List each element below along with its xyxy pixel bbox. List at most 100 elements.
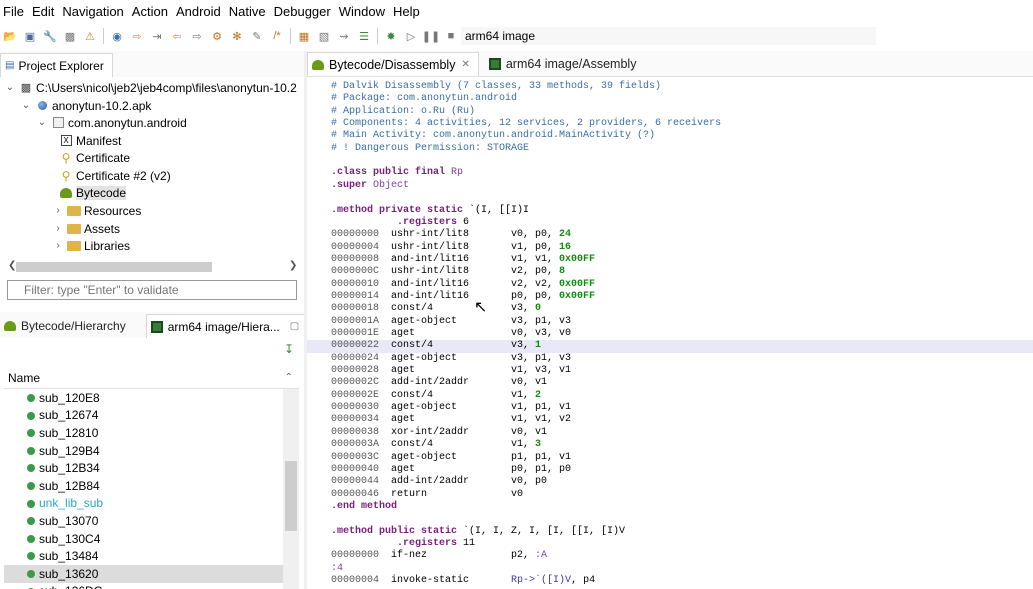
- chevron-down-icon[interactable]: ⌄: [4, 82, 16, 93]
- list-item[interactable]: sub_129B4: [4, 442, 283, 460]
- menu-window[interactable]: Window: [335, 0, 389, 24]
- list-item[interactable]: sub_13484: [4, 547, 283, 565]
- code-line[interactable]: # Main Activity: com.anonytun.android.Ma…: [331, 130, 1033, 142]
- code-line[interactable]: # Application: o.Ru (Ru): [331, 106, 1033, 118]
- disassembly-editor[interactable]: # Dalvik Disassembly (7 classes, 33 meth…: [307, 77, 1033, 589]
- code-line[interactable]: 0000000C ushr-int/lit8 v2, p0, 8: [331, 266, 1033, 278]
- code-line[interactable]: .method private static `(I, [[I)I: [331, 205, 1033, 217]
- save-icon[interactable]: ▣: [22, 28, 38, 44]
- forward-icon[interactable]: ⇨: [189, 28, 205, 44]
- code-line[interactable]: # Dalvik Disassembly (7 classes, 33 meth…: [331, 81, 1033, 93]
- list-item[interactable]: sub_136DC: [4, 583, 283, 589]
- open-folder-icon[interactable]: 📂: [2, 28, 18, 44]
- code-line[interactable]: 00000000 if-nez p2, :A: [331, 550, 1033, 562]
- menu-native[interactable]: Native: [225, 0, 270, 24]
- tree-node-assets[interactable]: › Assets: [52, 220, 120, 237]
- tab-arm64-assembly[interactable]: arm64 image/Assembly: [485, 52, 645, 76]
- list-header[interactable]: Name ⌃: [4, 367, 299, 389]
- code-line[interactable]: 0000003C aget-object p1, p1, v1: [331, 452, 1033, 464]
- chevron-right-icon[interactable]: ›: [52, 240, 64, 251]
- code-line[interactable]: # ! Dangerous Permission: STORAGE: [331, 143, 1033, 155]
- pause-icon[interactable]: ❚❚: [422, 28, 440, 44]
- code-line[interactable]: 00000010 and-int/lit16 v2, v2, 0x00FF: [331, 279, 1033, 291]
- code-line[interactable]: 00000024 aget-object v3, p1, v3: [331, 353, 1033, 365]
- menu-action[interactable]: Action: [128, 0, 172, 24]
- code-line[interactable]: [331, 513, 1033, 525]
- tree-expand-icon[interactable]: ↧: [284, 342, 294, 356]
- menu-debugger[interactable]: Debugger: [270, 0, 335, 24]
- code-line[interactable]: .method public static `(I, I, Z, I, [I, …: [331, 526, 1033, 538]
- list-item[interactable]: sub_12B34: [4, 459, 283, 477]
- code-line[interactable]: .end method: [331, 501, 1033, 513]
- list-item[interactable]: sub_120E8: [4, 389, 283, 407]
- code-line[interactable]: 00000044 add-int/2addr v0, p0: [331, 476, 1033, 488]
- list-item[interactable]: sub_13620: [4, 564, 283, 583]
- code-line[interactable]: # Components: 4 activities, 12 services,…: [331, 118, 1033, 130]
- maximize-icon[interactable]: ▢: [290, 321, 299, 332]
- code-line[interactable]: [331, 155, 1033, 167]
- plugin-icon[interactable]: ▩: [62, 28, 78, 44]
- code-line[interactable]: 00000046 return v0: [331, 489, 1033, 501]
- tree-node-bytecode[interactable]: Bytecode: [56, 184, 127, 201]
- tab-bytecode-hierarchy[interactable]: Bytecode/Hierarchy: [0, 314, 134, 338]
- menu-edit[interactable]: Edit: [28, 0, 58, 24]
- tab-project-explorer[interactable]: ▤ Project Explorer: [0, 53, 113, 77]
- tree-node-manifest[interactable]: X Manifest: [56, 132, 121, 149]
- jump-icon[interactable]: ⇨: [129, 28, 145, 44]
- tree-node-libraries[interactable]: › Libraries: [52, 237, 130, 254]
- xref-icon[interactable]: ⇝: [336, 28, 352, 44]
- warning-icon[interactable]: ⚠: [82, 28, 98, 44]
- stop-icon[interactable]: ■: [443, 28, 459, 44]
- menu-navigation[interactable]: Navigation: [58, 0, 127, 24]
- chevron-down-icon[interactable]: ⌄: [20, 100, 32, 111]
- graph-icon[interactable]: ▧: [316, 28, 332, 44]
- back-icon[interactable]: ⇦: [169, 28, 185, 44]
- chevron-right-icon[interactable]: ›: [52, 205, 64, 216]
- code-line[interactable]: 0000001E aget v0, v3, v0: [331, 328, 1033, 340]
- code-line[interactable]: 00000008 and-int/lit16 v1, v1, 0x00FF: [331, 254, 1033, 266]
- code-line[interactable]: 00000028 aget v1, v3, v1: [331, 365, 1033, 377]
- code-line[interactable]: 0000003A const/4 v1, 3: [331, 439, 1033, 451]
- code-line[interactable]: 0000001A aget-object v3, p1, v3: [331, 316, 1033, 328]
- menu-android[interactable]: Android: [172, 0, 225, 24]
- close-icon[interactable]: ✕: [461, 59, 469, 70]
- code-line[interactable]: .super Object: [331, 180, 1033, 192]
- tree-node-certificate-2[interactable]: ⚲ Certificate #2 (v2): [56, 167, 171, 184]
- menu-file[interactable]: File: [0, 0, 28, 24]
- pencil-icon[interactable]: ✎: [249, 28, 265, 44]
- list-item[interactable]: sub_12B84: [4, 477, 283, 495]
- search-input[interactable]: [461, 27, 876, 45]
- filter-input[interactable]: [7, 280, 297, 300]
- list-item[interactable]: unk_lib_sub: [4, 495, 283, 513]
- tree-node-resources[interactable]: › Resources: [52, 202, 141, 219]
- code-line[interactable]: .registers 11: [331, 538, 1033, 550]
- decompile-icon[interactable]: ⚙: [209, 28, 225, 44]
- list-item[interactable]: sub_130C4: [4, 530, 283, 548]
- code-line[interactable]: 00000040 aget p0, p1, p0: [331, 464, 1033, 476]
- code-line[interactable]: 00000022 const/4 v3, 1: [307, 340, 1033, 353]
- tab-arm64-hierarchy[interactable]: arm64 image/Hiera... ▢: [145, 314, 309, 338]
- code-line[interactable]: 00000030 aget-object v1, p1, v1: [331, 402, 1033, 414]
- scrollbar-thumb[interactable]: [285, 461, 297, 531]
- comment-icon[interactable]: /*: [269, 28, 285, 44]
- tree-icon[interactable]: ☰: [356, 28, 372, 44]
- grid-icon[interactable]: ▦: [296, 28, 312, 44]
- code-line[interactable]: 00000004 invoke-static Rp->`([I)V, p4: [331, 575, 1033, 587]
- tab-bytecode-disassembly[interactable]: Bytecode/Disassembly ✕: [307, 52, 479, 76]
- code-line[interactable]: :4: [331, 563, 1033, 575]
- run-icon[interactable]: ▷: [403, 28, 419, 44]
- globe-icon[interactable]: ◉: [109, 28, 125, 44]
- code-line[interactable]: 00000038 xor-int/2addr v0, v1: [331, 427, 1033, 439]
- code-line[interactable]: # Package: com.anonytun.android: [331, 93, 1033, 105]
- tree-node-apk[interactable]: ⌄ anonytun-10.2.apk: [20, 97, 152, 114]
- scroll-right-icon[interactable]: ❯: [289, 260, 297, 271]
- code-line[interactable]: 00000014 and-int/lit16 p0, p0, 0x00FF: [331, 291, 1033, 303]
- wrench-icon[interactable]: 🔧: [42, 28, 58, 44]
- chevron-right-icon[interactable]: ›: [52, 223, 64, 234]
- navigate-icon[interactable]: ⇥: [149, 28, 165, 44]
- vertical-scrollbar[interactable]: [283, 389, 299, 589]
- column-header-name[interactable]: Name: [8, 371, 40, 385]
- code-line[interactable]: .registers 6: [331, 217, 1033, 229]
- tree-node-root[interactable]: ⌄ ▩ C:\Users\nicol\jeb2\jeb4comp\files\a…: [4, 79, 297, 96]
- code-line[interactable]: 00000034 aget v1, v1, v2: [331, 414, 1033, 426]
